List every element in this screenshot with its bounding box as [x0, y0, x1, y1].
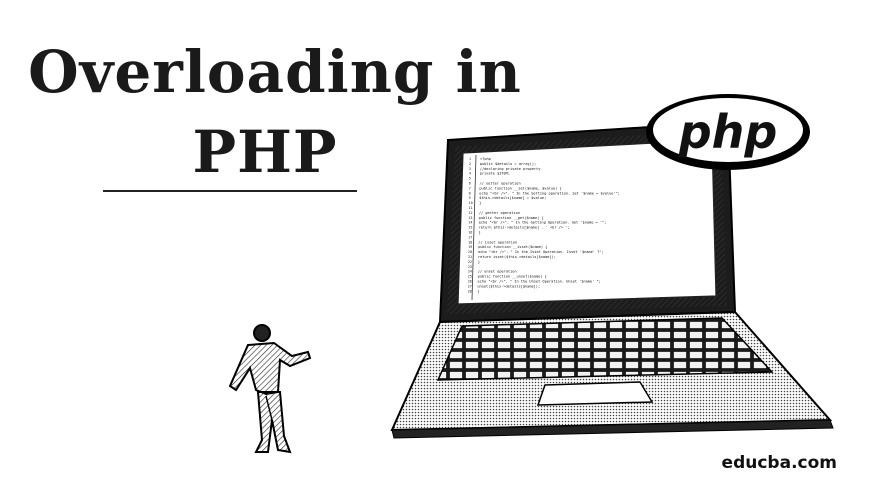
- code-line-number: 3: [469, 167, 471, 171]
- touchpad: [536, 381, 654, 406]
- code-line-number: 14: [468, 221, 472, 225]
- code-line: public function __unset($name) {: [478, 275, 547, 279]
- code-line: // getter operation: [479, 211, 520, 215]
- code-line: public function __isset($name) {: [478, 245, 547, 249]
- code-line: return isset($this->details[$name]);: [478, 255, 556, 259]
- code-line-number: 27: [468, 284, 472, 288]
- code-line: // unset operation: [478, 270, 517, 274]
- code-line: }: [478, 260, 480, 264]
- code-line-number: 24: [468, 270, 472, 274]
- code-line: public $details = array();: [480, 162, 536, 166]
- code-line: }: [477, 289, 479, 293]
- code-line-number: 28: [468, 289, 472, 293]
- code-line-number: 17: [468, 235, 472, 239]
- code-line-number: 8: [469, 191, 471, 195]
- code-line-number: 16: [468, 231, 472, 235]
- code-line-number: 23: [468, 265, 472, 269]
- code-line-number: 20: [468, 250, 472, 254]
- code-line: echo "<br />". " In the Setting operatio…: [479, 191, 620, 195]
- code-line: return $this->details[$name] . ' <br /> …: [479, 226, 570, 230]
- php-logo-text: php: [678, 105, 778, 159]
- code-line-number: 18: [468, 240, 472, 244]
- code-line-number: 11: [469, 206, 473, 210]
- code-line-number: 21: [468, 255, 472, 259]
- code-line: unset($this->details[$name]);: [477, 284, 540, 288]
- person-figure: [228, 324, 312, 454]
- code-line-number: 1: [469, 157, 471, 161]
- code-line: echo "<br />". " In the Unset Operation.…: [478, 280, 601, 284]
- code-line-number: 19: [468, 245, 472, 249]
- code-line: <?php: [480, 157, 491, 161]
- code-line: echo "<br />". " In the Getting Operatio…: [479, 221, 607, 225]
- code-line: echo "<br />". " In the Isset Operation.…: [478, 250, 603, 254]
- code-line: public function __set($name, $value) {: [479, 186, 561, 190]
- brand-watermark: educba.com: [721, 453, 837, 473]
- code-line-number: 13: [468, 216, 472, 220]
- code-line-number: 25: [468, 275, 472, 279]
- code-line-number: 15: [468, 226, 472, 230]
- code-line-number: 26: [468, 280, 472, 284]
- keyboard: [436, 317, 774, 381]
- code-line-number: 5: [469, 177, 471, 181]
- code-line-number: 12: [468, 211, 472, 215]
- code-line: public function __get($name) {: [479, 216, 544, 220]
- php-logo-badge: php: [646, 94, 810, 170]
- code-line-number: 7: [469, 186, 471, 190]
- laptop: [390, 120, 834, 439]
- illustration: 1 <?php 2 public $details = array(); 3 //decl…: [228, 94, 834, 454]
- code-line-number: 6: [469, 182, 471, 186]
- code-line-number: 22: [468, 260, 472, 264]
- code-line-number: 2: [469, 162, 471, 166]
- code-line-number: 10: [469, 201, 473, 205]
- code-line: // setter operation: [480, 182, 521, 186]
- code-line: }: [479, 201, 481, 205]
- code-line: $this->details[$name] = $value;: [479, 196, 546, 200]
- code-line: }: [479, 231, 481, 235]
- code-line: //declaring private property: [480, 167, 541, 171]
- code-line-number: 4: [469, 172, 471, 176]
- code-line-number: 9: [469, 196, 471, 200]
- code-line: private $ITEM;: [480, 172, 510, 176]
- code-line: // isset operation: [478, 240, 517, 244]
